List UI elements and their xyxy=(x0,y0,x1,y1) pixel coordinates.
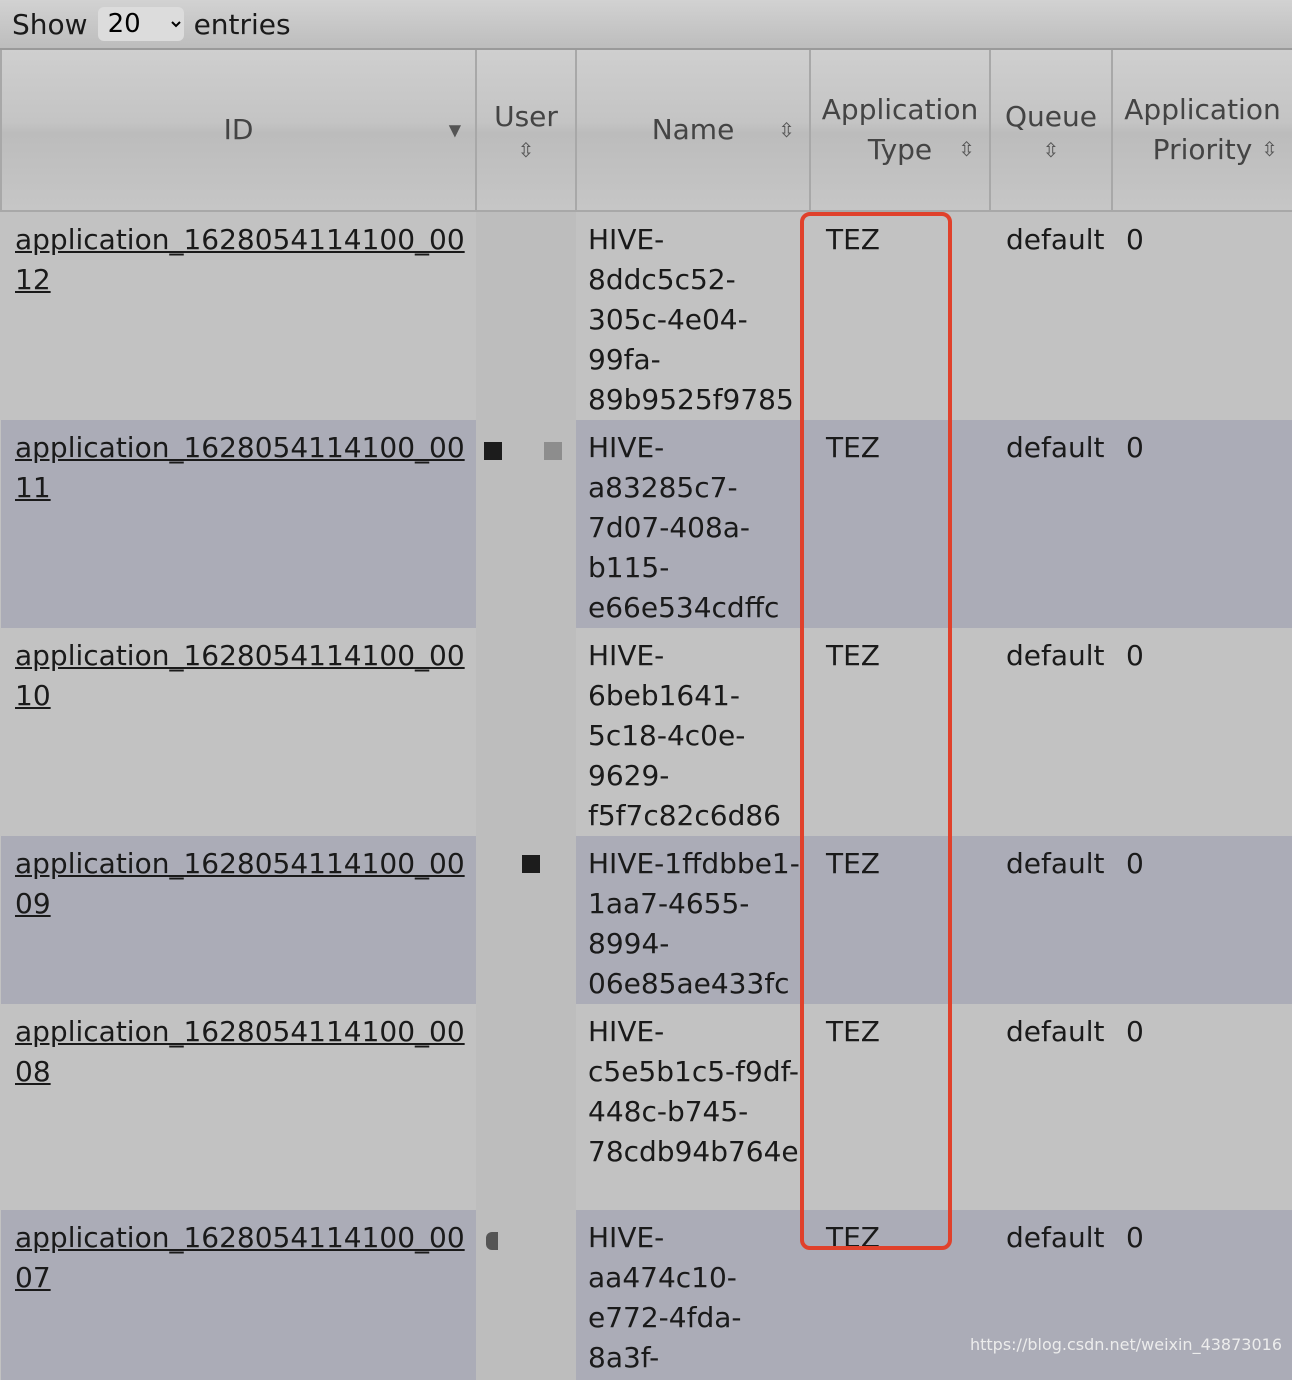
table-row: application_1628054114100_0009 HIVE-1ffd… xyxy=(1,836,1292,1004)
id-cell: application_1628054114100_0012 xyxy=(1,211,476,420)
table-row: application_1628054114100_0011 HIVE-a832… xyxy=(1,420,1292,628)
application-link[interactable]: application_1628054114100_0007 xyxy=(15,1221,465,1294)
type-cell: TEZ xyxy=(810,628,990,836)
sort-updown-icon: ⇳ xyxy=(517,138,535,162)
id-cell: application_1628054114100_0008 xyxy=(1,1004,476,1210)
queue-cell: default xyxy=(990,420,1112,628)
column-label: ID xyxy=(223,113,254,146)
caret-down-icon: ▼ xyxy=(448,120,461,140)
entries-label: entries xyxy=(193,7,291,41)
type-cell: TEZ xyxy=(810,836,990,1004)
redacted-mark xyxy=(522,855,540,873)
type-cell: TEZ xyxy=(810,420,990,628)
name-cell: HIVE-aa474c10-e772-4fda-8a3f- xyxy=(576,1210,810,1380)
queue-cell: default xyxy=(990,628,1112,836)
sort-updown-icon: ⇳ xyxy=(1261,137,1278,162)
type-cell: TEZ xyxy=(810,1004,990,1210)
length-menu: Show 20 entries xyxy=(0,0,1292,50)
watermark: https://blog.csdn.net/weixin_43873016 xyxy=(969,1335,1282,1354)
type-cell: TEZ xyxy=(810,1210,990,1380)
priority-cell: 0 xyxy=(1112,211,1292,420)
name-cell: HIVE-8ddc5c52-305c-4e04-99fa-89b9525f978… xyxy=(576,211,810,420)
name-cell: HIVE-c5e5b1c5-f9df-448c-b745-78cdb94b764… xyxy=(576,1004,810,1210)
queue-cell: default xyxy=(990,1210,1112,1380)
name-cell: HIVE-a83285c7-7d07-408a-b115-e66e534cdff… xyxy=(576,420,810,628)
sort-updown-icon: ⇳ xyxy=(778,118,795,142)
column-header-application-type[interactable]: Application Type ⇳ xyxy=(809,50,991,212)
user-cell xyxy=(476,211,576,420)
table-row: application_1628054114100_0010 HIVE-6beb… xyxy=(1,628,1292,836)
column-header-queue[interactable]: Queue ⇳ xyxy=(989,50,1113,212)
priority-cell: 0 xyxy=(1112,628,1292,836)
application-link[interactable]: application_1628054114100_0009 xyxy=(15,847,465,920)
column-header-user[interactable]: User ⇳ xyxy=(475,50,577,212)
queue-cell: default xyxy=(990,211,1112,420)
column-header-application-priority[interactable]: Application Priority ⇳ xyxy=(1111,50,1292,212)
id-cell: application_1628054114100_0007 xyxy=(1,1210,476,1380)
redacted-mark xyxy=(486,1232,498,1250)
column-label: Application xyxy=(821,93,979,126)
user-cell xyxy=(476,628,576,836)
user-cell xyxy=(476,420,576,628)
priority-cell: 0 xyxy=(1112,836,1292,1004)
redacted-mark xyxy=(544,442,562,460)
entries-per-page-select[interactable]: 20 xyxy=(97,7,184,41)
column-label: Application xyxy=(1124,93,1281,126)
user-cell xyxy=(476,1004,576,1210)
header-row: ID ▼ User ⇳ Name ⇳ Application Type ⇳ Qu… xyxy=(0,50,1292,212)
application-link[interactable]: application_1628054114100_0012 xyxy=(15,223,465,296)
type-cell: TEZ xyxy=(810,211,990,420)
applications-table: ID ▼ User ⇳ Name ⇳ Application Type ⇳ Qu… xyxy=(0,50,1292,1380)
priority-cell: 0 xyxy=(1112,420,1292,628)
name-cell: HIVE-6beb1641-5c18-4c0e-9629-f5f7c82c6d8… xyxy=(576,628,810,836)
id-cell: application_1628054114100_0009 xyxy=(1,836,476,1004)
user-cell xyxy=(476,1210,576,1380)
sort-updown-icon: ⇳ xyxy=(1042,138,1060,162)
column-label: Name xyxy=(651,113,735,146)
application-link[interactable]: application_1628054114100_0008 xyxy=(15,1015,465,1088)
table-row: application_1628054114100_0012 HIVE-8ddc… xyxy=(1,211,1292,420)
show-label: Show xyxy=(12,7,88,41)
queue-cell: default xyxy=(990,1004,1112,1210)
sort-updown-icon: ⇳ xyxy=(958,137,975,162)
priority-cell: 0 xyxy=(1112,1210,1292,1380)
table-row: application_1628054114100_0007 HIVE-aa47… xyxy=(1,1210,1292,1380)
application-link[interactable]: application_1628054114100_0010 xyxy=(15,639,465,712)
name-cell: HIVE-1ffdbbe1-1aa7-4655-8994-06e85ae433f… xyxy=(576,836,810,1004)
column-header-name[interactable]: Name ⇳ xyxy=(575,50,811,212)
id-cell: application_1628054114100_0010 xyxy=(1,628,476,836)
table-row: application_1628054114100_0008 HIVE-c5e5… xyxy=(1,1004,1292,1210)
column-label: User xyxy=(494,100,558,133)
user-cell xyxy=(476,836,576,1004)
column-label: Queue xyxy=(1005,100,1097,133)
application-link[interactable]: application_1628054114100_0011 xyxy=(15,431,465,504)
priority-cell: 0 xyxy=(1112,1004,1292,1210)
redacted-mark xyxy=(484,442,502,460)
queue-cell: default xyxy=(990,836,1112,1004)
id-cell: application_1628054114100_0011 xyxy=(1,420,476,628)
column-header-id[interactable]: ID ▼ xyxy=(0,50,477,212)
